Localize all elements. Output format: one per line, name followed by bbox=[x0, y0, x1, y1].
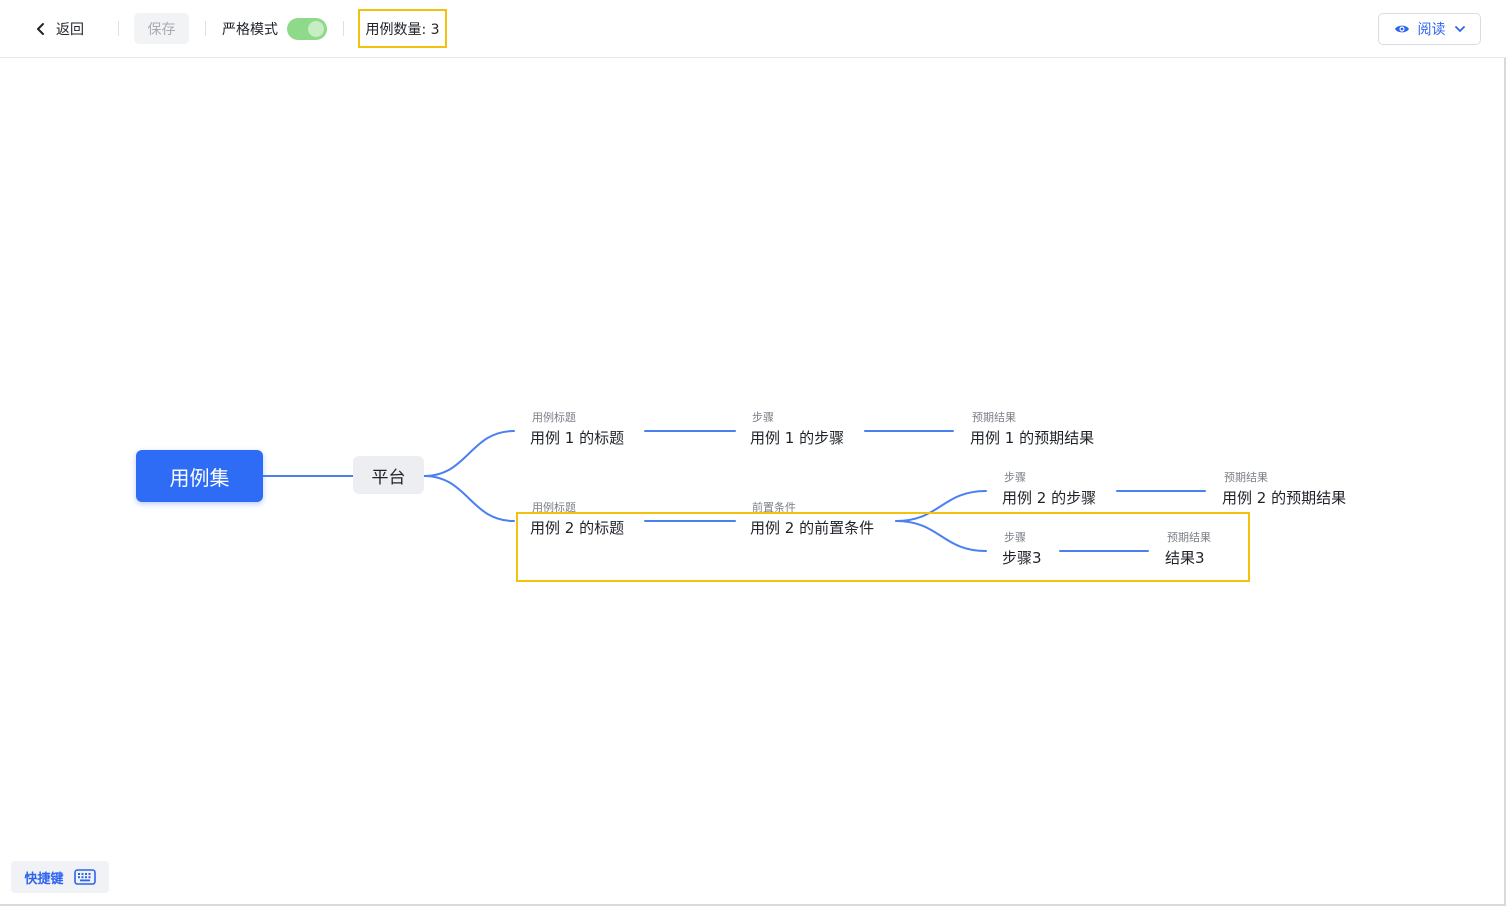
platform-node[interactable]: 平台 bbox=[353, 456, 424, 494]
strict-mode-toggle[interactable] bbox=[287, 18, 327, 40]
node-type-label: 前置条件 bbox=[752, 501, 796, 514]
node-text: 用例 1 的步骤 bbox=[750, 429, 845, 447]
strict-mode-label: 严格模式 bbox=[222, 22, 278, 38]
node-type-label: 步骤 bbox=[1004, 531, 1026, 544]
toolbar: 返回 保存 严格模式 用例数量: 3 阅读 bbox=[0, 0, 1506, 58]
case2-step-a-node[interactable]: 步骤 用例 2 的步骤 bbox=[1002, 471, 1096, 508]
case2-result-a-node[interactable]: 预期结果 用例 2 的预期结果 bbox=[1222, 471, 1346, 508]
case2-result-b-node[interactable]: 预期结果 结果3 bbox=[1165, 531, 1211, 568]
node-type-label: 步骤 bbox=[752, 411, 774, 424]
save-button[interactable]: 保存 bbox=[134, 13, 189, 44]
node-text: 步骤3 bbox=[1002, 549, 1042, 567]
read-mode-dropdown[interactable]: 阅读 bbox=[1378, 13, 1481, 45]
chevron-left-icon bbox=[37, 23, 44, 35]
shortcut-label: 快捷键 bbox=[24, 871, 64, 887]
node-type-label: 用例标题 bbox=[532, 411, 576, 424]
node-type-label: 预期结果 bbox=[972, 411, 1016, 424]
toolbar-divider bbox=[205, 21, 206, 36]
case1-title-node[interactable]: 用例标题 用例 1 的标题 bbox=[530, 411, 624, 448]
node-type-label: 用例标题 bbox=[532, 501, 576, 514]
read-mode-label: 阅读 bbox=[1417, 22, 1446, 38]
node-text: 用例 1 的标题 bbox=[530, 429, 625, 447]
chevron-down-icon bbox=[1454, 26, 1465, 32]
node-type-label: 预期结果 bbox=[1167, 531, 1211, 544]
case2-title-node[interactable]: 用例标题 用例 2 的标题 bbox=[530, 501, 624, 538]
node-text: 用例 2 的预期结果 bbox=[1222, 489, 1347, 507]
toggle-knob bbox=[308, 21, 324, 37]
keyboard-icon bbox=[73, 869, 96, 885]
node-text: 用例 2 的标题 bbox=[530, 519, 625, 537]
strict-mode-control: 严格模式 bbox=[222, 17, 327, 41]
case2-step-b-node[interactable]: 步骤 步骤3 bbox=[1002, 531, 1042, 568]
toolbar-divider bbox=[118, 21, 119, 36]
case2-precondition-node[interactable]: 前置条件 用例 2 的前置条件 bbox=[750, 501, 874, 538]
node-text: 用例 2 的前置条件 bbox=[750, 519, 875, 537]
shortcut-button[interactable]: 快捷键 bbox=[11, 861, 109, 893]
eye-icon bbox=[1394, 25, 1409, 33]
node-text: 用例 1 的预期结果 bbox=[970, 429, 1095, 447]
toolbar-divider bbox=[343, 21, 344, 36]
node-text: 结果3 bbox=[1165, 549, 1205, 567]
node-text: 用例 2 的步骤 bbox=[1002, 489, 1097, 507]
back-label: 返回 bbox=[56, 22, 84, 38]
node-type-label: 预期结果 bbox=[1224, 471, 1268, 484]
root-node[interactable]: 用例集 bbox=[136, 450, 263, 502]
back-button[interactable]: 返回 bbox=[34, 17, 84, 41]
case1-step-node[interactable]: 步骤 用例 1 的步骤 bbox=[750, 411, 844, 448]
node-type-label: 步骤 bbox=[1004, 471, 1026, 484]
case1-result-node[interactable]: 预期结果 用例 1 的预期结果 bbox=[970, 411, 1094, 448]
case-count: 用例数量: 3 bbox=[358, 9, 447, 48]
